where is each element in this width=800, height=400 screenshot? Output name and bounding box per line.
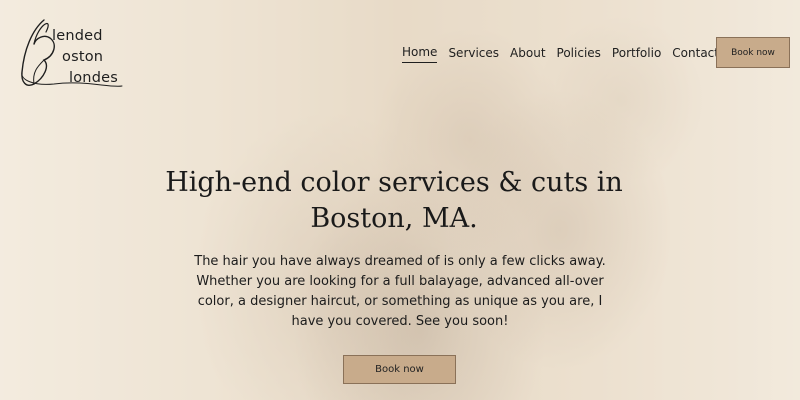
nav-policies[interactable]: Policies [557, 46, 601, 63]
logo-word-1: lended [52, 28, 103, 44]
logo-word-2: oston [62, 49, 104, 65]
nav-portfolio[interactable]: Portfolio [612, 46, 661, 63]
nav-about[interactable]: About [510, 46, 545, 63]
brand-logo[interactable]: lended oston londes [14, 14, 130, 94]
hero-book-now-button[interactable]: Book now [343, 355, 456, 384]
logo-word-3: londes [69, 70, 118, 86]
main-nav: Home Services About Policies Portfolio C… [402, 45, 765, 63]
hero-description: The hair you have always dreamed of is o… [194, 254, 606, 329]
hero-headline: High-end color services & cuts in Boston… [165, 167, 623, 234]
nav-contact[interactable]: Contact [672, 46, 719, 63]
nav-home[interactable]: Home [402, 45, 438, 63]
nav-services[interactable]: Services [448, 46, 499, 63]
header-book-now-button[interactable]: Book now [716, 37, 790, 68]
